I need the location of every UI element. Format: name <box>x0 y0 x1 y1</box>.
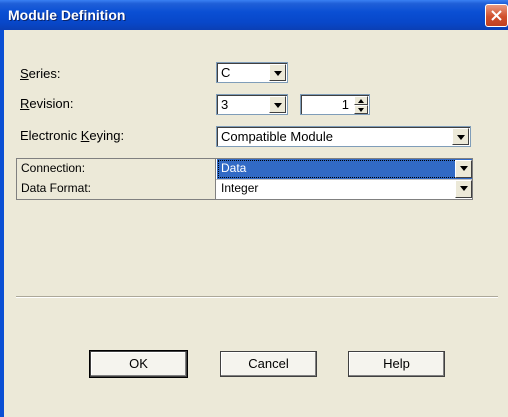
series-value: C <box>221 65 231 80</box>
keying-dropdown[interactable]: Compatible Module <box>216 126 471 147</box>
spinner-up-button[interactable] <box>354 96 368 105</box>
separator <box>16 296 498 298</box>
chevron-down-icon <box>460 186 468 191</box>
close-button[interactable] <box>485 4 508 27</box>
series-dropdown-button[interactable] <box>269 64 286 81</box>
arrow-down-icon <box>358 108 364 112</box>
connection-dropdown-button[interactable] <box>455 160 472 178</box>
revision-major-dropdown[interactable]: 3 <box>216 94 288 115</box>
revision-minor-spinner[interactable]: 1 <box>300 94 370 115</box>
chevron-down-icon <box>460 166 468 171</box>
grid-row-connection[interactable]: Connection: Data <box>17 159 472 180</box>
connection-value[interactable]: Data <box>217 159 472 179</box>
help-button[interactable]: Help <box>348 351 445 377</box>
series-dropdown[interactable]: C <box>216 62 288 83</box>
chevron-down-icon <box>274 103 282 108</box>
keying-dropdown-button[interactable] <box>452 128 469 145</box>
window-frame-left <box>0 30 4 417</box>
revision-label: Revision: <box>20 96 74 111</box>
spinner-down-button[interactable] <box>354 105 368 114</box>
revision-minor-value: 1 <box>341 97 349 112</box>
series-label: Series: <box>20 66 61 81</box>
data-format-dropdown-button[interactable] <box>455 180 472 198</box>
keying-value: Compatible Module <box>221 129 334 144</box>
close-icon <box>491 10 502 21</box>
window-title: Module Definition <box>8 7 126 23</box>
revision-major-dropdown-button[interactable] <box>269 96 286 113</box>
revision-major-value: 3 <box>221 97 229 112</box>
cancel-button[interactable]: Cancel <box>220 351 317 377</box>
ok-button[interactable]: OK <box>89 350 188 378</box>
data-format-value[interactable]: Integer <box>217 179 472 199</box>
chevron-down-icon <box>274 71 282 76</box>
keying-label: Electronic Keying: <box>20 128 125 143</box>
arrow-up-icon <box>358 99 364 103</box>
property-grid: Connection: Data Data Format: Integer <box>16 158 473 200</box>
chevron-down-icon <box>457 135 465 140</box>
grid-row-name: Connection: <box>17 159 216 179</box>
grid-row-data-format[interactable]: Data Format: Integer <box>17 179 472 199</box>
grid-row-name: Data Format: <box>17 179 216 199</box>
